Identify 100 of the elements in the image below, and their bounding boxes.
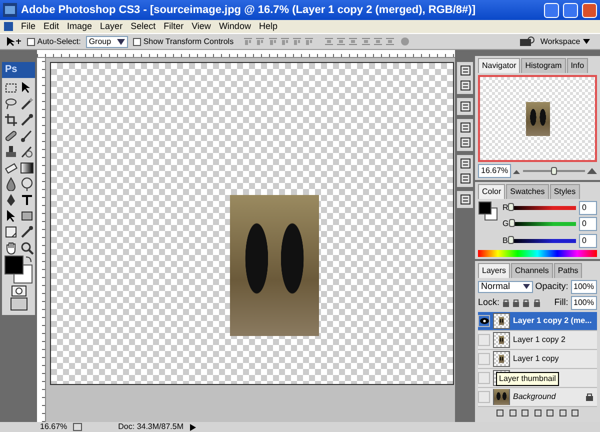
zoom-level: 16.67% bbox=[40, 421, 68, 432]
screen-mode-icon[interactable] bbox=[10, 297, 28, 311]
layer-row[interactable]: Layer 1 copy 2 bbox=[478, 330, 597, 350]
color-slider[interactable] bbox=[512, 222, 576, 226]
value-field[interactable]: 0 bbox=[579, 234, 597, 248]
menu-item[interactable]: Select bbox=[130, 20, 156, 34]
history-brush-icon[interactable] bbox=[20, 145, 34, 159]
photo-placeholder bbox=[499, 316, 504, 324]
move-tool-icon[interactable] bbox=[6, 36, 22, 47]
zoom-icon[interactable] bbox=[20, 241, 34, 255]
menu-item[interactable]: Filter bbox=[164, 20, 184, 34]
layer-thumbnail[interactable] bbox=[493, 332, 510, 348]
slider-thumb[interactable] bbox=[508, 236, 514, 244]
visibility-toggle[interactable] bbox=[478, 372, 490, 384]
panel-tab[interactable]: Info bbox=[566, 58, 588, 73]
panel-tab[interactable]: Styles bbox=[550, 184, 580, 199]
menu-item[interactable]: Window bbox=[218, 20, 251, 34]
zoom-field[interactable]: 16.67% bbox=[478, 164, 512, 178]
layer-name: Background bbox=[513, 390, 557, 402]
visibility-toggle[interactable] bbox=[478, 314, 490, 326]
panel-tab[interactable]: Color bbox=[478, 184, 506, 199]
layer-name: Layer 1 copy 2 bbox=[513, 334, 566, 346]
rectangle-icon[interactable] bbox=[20, 209, 34, 223]
photo-placeholder bbox=[499, 336, 504, 344]
layer-thumbnail[interactable] bbox=[493, 312, 510, 328]
minimize-button[interactable] bbox=[544, 2, 559, 18]
slider-thumb[interactable] bbox=[508, 219, 515, 228]
layer-row[interactable]: Layer 1 copy 2 (me... bbox=[478, 312, 597, 330]
menu-item[interactable]: Edit bbox=[44, 20, 60, 34]
menu-item[interactable]: File bbox=[21, 20, 36, 34]
menu-item[interactable]: Layer bbox=[100, 20, 123, 34]
menu-item[interactable]: View bbox=[192, 20, 211, 34]
restore-button[interactable] bbox=[563, 2, 578, 18]
lasso-icon[interactable] bbox=[4, 97, 18, 111]
channel-label: R bbox=[502, 202, 508, 214]
zoom-out-icon[interactable] bbox=[513, 168, 520, 174]
opacity-label: Opacity: bbox=[535, 280, 568, 293]
color-slider[interactable] bbox=[511, 206, 576, 210]
zoom-in-icon[interactable] bbox=[587, 168, 597, 174]
opacity-field[interactable]: 100% bbox=[570, 280, 597, 294]
play-icon[interactable] bbox=[190, 424, 196, 430]
close-button[interactable] bbox=[582, 2, 597, 18]
layer-thumbnail[interactable] bbox=[493, 388, 510, 404]
panel-tab[interactable]: Navigator bbox=[478, 58, 520, 73]
lock-pixels-icon[interactable] bbox=[502, 298, 510, 306]
visibility-toggle[interactable] bbox=[478, 352, 490, 364]
panel-tab[interactable]: Layers bbox=[478, 262, 510, 278]
caret-icon bbox=[523, 284, 530, 289]
document-size: Doc: 34.3M/87.5M bbox=[118, 421, 184, 432]
menu-item[interactable]: Help bbox=[258, 20, 278, 34]
color-spectrum[interactable] bbox=[478, 250, 597, 256]
auto-select-dropdown[interactable]: Group bbox=[86, 36, 128, 48]
blend-mode-dropdown[interactable]: Normal bbox=[478, 280, 534, 292]
photo-placeholder bbox=[526, 102, 550, 136]
menu-item[interactable]: Image bbox=[67, 20, 92, 34]
photo-placeholder bbox=[499, 354, 504, 362]
layer-name: Layer 1 copy bbox=[513, 352, 560, 364]
visibility-toggle[interactable] bbox=[478, 390, 490, 402]
camera-icon[interactable] bbox=[519, 36, 536, 47]
dodge-icon[interactable] bbox=[20, 177, 34, 191]
layer-row[interactable]: Background bbox=[478, 388, 597, 406]
panel-tab[interactable]: Swatches bbox=[506, 184, 549, 199]
channel-label: B bbox=[502, 234, 508, 246]
auto-select-checkbox[interactable] bbox=[27, 38, 35, 46]
magic-wand-icon[interactable] bbox=[20, 97, 34, 111]
layer-thumbnail[interactable] bbox=[493, 350, 510, 366]
fill-label: Fill: bbox=[554, 296, 568, 309]
color-slider[interactable] bbox=[510, 238, 576, 242]
checkbox-label: Auto-Select: bbox=[37, 36, 81, 48]
visibility-toggle[interactable] bbox=[478, 334, 490, 346]
stamp-icon[interactable] bbox=[4, 145, 18, 159]
status-icon[interactable] bbox=[73, 423, 82, 431]
value-field[interactable]: 0 bbox=[579, 201, 597, 215]
eye-icon bbox=[480, 318, 488, 324]
marquee-icon[interactable] bbox=[4, 81, 18, 95]
app-icon bbox=[3, 3, 17, 17]
slider-thumb[interactable] bbox=[508, 203, 514, 211]
hand-icon[interactable] bbox=[4, 241, 18, 255]
fill-field[interactable]: 100% bbox=[570, 296, 597, 310]
lock-icon[interactable] bbox=[532, 298, 541, 306]
blur-icon[interactable] bbox=[4, 177, 18, 191]
color-swatches-icon[interactable] bbox=[4, 255, 34, 285]
type-tool-icon[interactable] bbox=[20, 193, 34, 207]
value-field[interactable]: 0 bbox=[579, 217, 597, 232]
eyedropper-icon[interactable] bbox=[20, 113, 34, 127]
notes-icon[interactable] bbox=[4, 225, 18, 239]
crop-icon[interactable] bbox=[4, 113, 18, 127]
tooltip: Layer thumbnail bbox=[496, 372, 559, 386]
panel-tab[interactable]: Histogram bbox=[521, 58, 566, 73]
color-swatches-icon[interactable] bbox=[478, 201, 498, 221]
panel-tab[interactable]: Paths bbox=[554, 262, 582, 278]
slider-thumb[interactable] bbox=[550, 167, 557, 175]
gradient-icon[interactable] bbox=[20, 161, 34, 175]
panel-tab[interactable]: Channels bbox=[511, 262, 553, 278]
quick-mask-icon[interactable] bbox=[10, 285, 26, 297]
layer-row[interactable]: Layer 1 copy bbox=[478, 350, 597, 368]
transform-controls-checkbox[interactable] bbox=[133, 38, 142, 46]
workspace-menu[interactable]: Workspace bbox=[540, 36, 590, 48]
layer-name: Layer 1 copy 2 (me... bbox=[513, 314, 593, 326]
eyedropper-icon[interactable] bbox=[20, 225, 34, 239]
